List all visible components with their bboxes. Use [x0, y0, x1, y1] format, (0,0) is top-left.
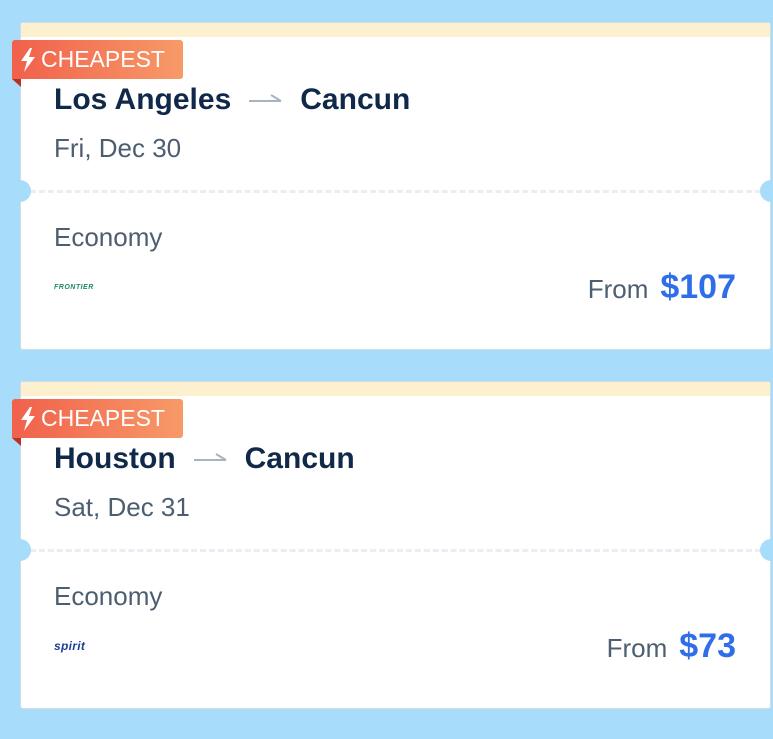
destination-city: Cancun — [300, 83, 411, 116]
origin-city: Los Angeles — [54, 83, 232, 116]
route: Los Angeles Cancun — [54, 83, 410, 117]
spirit-logo: spirit — [54, 639, 86, 653]
departure-date: Fri, Dec 30 — [54, 133, 182, 163]
departure-date: Sat, Dec 31 — [54, 492, 190, 522]
lightning-bolt-icon — [21, 406, 35, 431]
cabin-class: Economy — [54, 222, 163, 252]
price-prefix: From — [606, 633, 668, 663]
badge-label: CHEAPEST — [41, 405, 165, 431]
badge-label: CHEAPEST — [41, 46, 165, 72]
route: Houston Cancun — [54, 442, 355, 476]
flight-card[interactable]: CHEAPEST Los Angeles Cancun Fri, Dec 30 … — [9, 22, 773, 350]
origin-city: Houston — [54, 442, 176, 475]
ticket-notch-right — [760, 180, 773, 202]
arrow-right-icon — [249, 94, 282, 102]
ticket-notch-left — [9, 180, 31, 202]
price: From $107 — [588, 268, 736, 307]
ticket-divider — [21, 549, 770, 552]
cheapest-badge: CHEAPEST — [12, 40, 183, 87]
price-prefix: From — [587, 274, 649, 304]
cheapest-badge: CHEAPEST — [12, 399, 183, 446]
airline-logo: FRONTIER — [54, 280, 94, 294]
cabin-class: Economy — [54, 581, 163, 611]
ticket-notch-right — [760, 539, 773, 561]
card-top-strip — [21, 382, 770, 396]
destination-city: Cancun — [244, 442, 355, 475]
card-top-strip — [21, 23, 770, 37]
frontier-logo: FRONTIER — [54, 283, 94, 291]
flight-card[interactable]: CHEAPEST Houston Cancun Sat, Dec 31 Econ… — [9, 381, 773, 709]
price: From $73 — [607, 627, 736, 666]
price-amount: $107 — [660, 268, 736, 306]
badge-fold — [12, 438, 21, 446]
lightning-bolt-icon — [21, 47, 35, 72]
arrow-right-icon — [193, 453, 227, 461]
airline-logo: spirit — [54, 639, 85, 653]
badge-fold — [12, 79, 21, 87]
price-amount: $73 — [679, 627, 736, 665]
ticket-divider — [21, 190, 770, 193]
ticket-notch-left — [9, 539, 31, 561]
